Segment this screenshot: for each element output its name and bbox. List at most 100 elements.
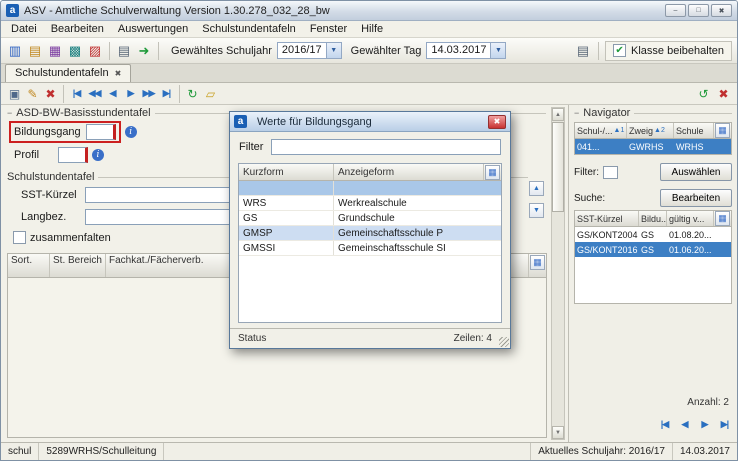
scrollbar-down-icon[interactable]: ▼ [552,426,564,439]
column-header-schul[interactable]: Schul-/... ▲1 [575,123,627,138]
werte-row-gmssi[interactable]: GMSSI Gemeinschaftsschule SI [239,241,501,256]
column-header-bereich[interactable]: St. Bereich [50,254,106,277]
save-icon[interactable]: ▣ [6,85,23,102]
next-page-icon[interactable]: ▶▶ [140,85,157,102]
statusbar: schul 5289WRHS/Schulleitung Aktuelles Sc… [1,442,737,460]
tab-close-icon[interactable]: ✖ [115,69,122,78]
tag-date-select[interactable]: 14.03.2017 ▼ [426,42,506,59]
dialog-filter-input[interactable] [271,139,501,155]
printer-icon[interactable]: ▤ [574,42,592,60]
refresh-icon[interactable]: ↻ [184,85,201,102]
students-module-icon[interactable]: ▥ [6,42,24,60]
statistics-module-icon[interactable]: ▨ [86,42,104,60]
sst-row-selected[interactable]: GS/KONT2016 GS 01.06.20... [575,242,731,257]
form-scrollbar[interactable]: ▲ ▼ [551,107,565,440]
menu-auswertungen[interactable]: Auswertungen [111,22,195,36]
resize-grip[interactable] [499,337,509,347]
column-config-icon[interactable]: ▦ [715,211,730,226]
prev-record-icon[interactable]: ◀ [104,85,121,102]
menu-schulstundentafeln[interactable]: Schulstundentafeln [195,22,303,36]
werte-row-empty-selected[interactable] [239,181,501,196]
next-page-icon[interactable]: ▶ [696,416,713,432]
collapse-icon[interactable]: − [7,108,12,118]
sst-kuerzel-cell: GS/KONT2016 [575,242,639,257]
export-icon[interactable]: ➜ [135,42,153,60]
werte-row-gs[interactable]: GS Grundschule [239,211,501,226]
next-record-icon[interactable]: ▶ [122,85,139,102]
werte-row-gmsp[interactable]: GMSP Gemeinschaftsschule P [239,226,501,241]
sst-row[interactable]: GS/KONT2004 GS 01.08.20... [575,227,731,242]
last-record-icon[interactable]: ▶| [158,85,175,102]
filter-row: Filter: Auswählen [574,163,732,181]
folder-icon[interactable]: ▱ [202,85,219,102]
first-page-icon[interactable]: |◀ [656,416,673,432]
auswaehlen-button[interactable]: Auswählen [660,163,732,181]
menu-hilfe[interactable]: Hilfe [354,22,390,36]
dialog-filter-label: Filter [239,141,263,153]
last-page-icon[interactable]: ▶| [716,416,733,432]
klasse-beibehalten-group: ✔ Klasse beibehalten [605,41,732,61]
column-header-zweig[interactable]: Zweig ▲2 [627,123,674,138]
column-config-icon[interactable]: ▦ [530,255,545,270]
teachers-module-icon[interactable]: ▦ [46,42,64,60]
column-config-icon[interactable]: ▦ [485,165,500,180]
classes-module-icon[interactable]: ▤ [26,42,44,60]
print-icon[interactable]: ▤ [115,42,133,60]
first-record-icon[interactable]: |◀ [68,85,85,102]
chevron-down-icon[interactable]: ▼ [326,43,341,58]
scroll-down-icon[interactable]: ▼ [529,203,544,218]
bearbeiten-button[interactable]: Bearbeiten [660,189,732,207]
lessons-module-icon[interactable]: ▩ [66,42,84,60]
klasse-beibehalten-checkbox[interactable]: ✔ [613,44,626,57]
scroll-up-icon[interactable]: ▲ [529,181,544,196]
prev-page-icon[interactable]: ◀ [676,416,693,432]
recordbar-right-group: ↺ ✖ [695,85,732,102]
statusbar-spacer [164,443,530,460]
column-header-sst-kuerzel[interactable]: SST-Kürzel [575,211,639,226]
dialog-status-label: Status [238,333,266,344]
school-row-selected[interactable]: 041... GWRHS WRHS [575,139,731,154]
collapse-icon[interactable]: − [574,108,579,118]
column-header-gueltig[interactable]: gültig v... [667,211,714,226]
prev-page-icon[interactable]: ◀◀ [86,85,103,102]
chevron-down-icon[interactable]: ▼ [490,43,505,58]
column-header-bildungsgang[interactable]: Bildu... [639,211,667,226]
tab-label: Schulstundentafeln [15,67,109,79]
bildungsgang-field[interactable] [86,124,116,140]
werte-row-wrs[interactable]: WRS Werkrealschule [239,196,501,211]
reload-view-icon[interactable]: ↺ [695,85,712,102]
menu-datei[interactable]: Datei [4,22,44,36]
toolbar-right-group: ▤ ✔ Klasse beibehalten [574,41,732,61]
zusammenfalten-checkbox[interactable] [13,231,26,244]
delete-record-icon[interactable]: ✖ [42,85,59,102]
maximize-button[interactable]: □ [688,4,709,17]
scrollbar-up-icon[interactable]: ▲ [552,108,564,121]
filter-field[interactable] [603,166,618,179]
column-header-fachkat[interactable]: Fachkat./Fächerverb. [106,254,234,277]
column-header-kurzform[interactable]: Kurzform [239,164,334,180]
schuljahr-select[interactable]: 2016/17 ▼ [277,42,342,59]
menu-bearbeiten[interactable]: Bearbeiten [44,22,111,36]
profil-field[interactable] [58,147,88,163]
suche-label: Suche: [574,193,605,204]
dialog-close-button[interactable]: ✖ [488,115,506,129]
column-header-sort[interactable]: Sort. [8,254,50,277]
tag-date-value: 14.03.2017 [427,43,490,58]
minimize-button[interactable]: – [665,4,686,17]
info-icon[interactable]: i [125,126,137,138]
edit-icon[interactable]: ✎ [24,85,41,102]
menu-fenster[interactable]: Fenster [303,22,354,36]
column-header-anzeigeform[interactable]: Anzeigeform [334,164,484,180]
anzeigeform-cell: Gemeinschaftsschule SI [334,243,501,254]
tab-schulstundentafeln[interactable]: Schulstundentafeln ✖ [5,64,131,82]
close-button[interactable]: ✖ [711,4,732,17]
info-icon[interactable]: i [92,149,104,161]
close-view-icon[interactable]: ✖ [715,85,732,102]
zweig-cell: GWRHS [627,139,674,154]
column-config-icon[interactable]: ▦ [715,123,730,138]
scrollbar-thumb[interactable] [552,122,564,212]
toolbar-separator [598,42,599,60]
column-header-schule[interactable]: Schule [674,123,714,138]
bildungsgang-required-highlight: Bildungsgang [9,121,121,143]
gueltig-cell: 01.06.20... [667,242,731,257]
